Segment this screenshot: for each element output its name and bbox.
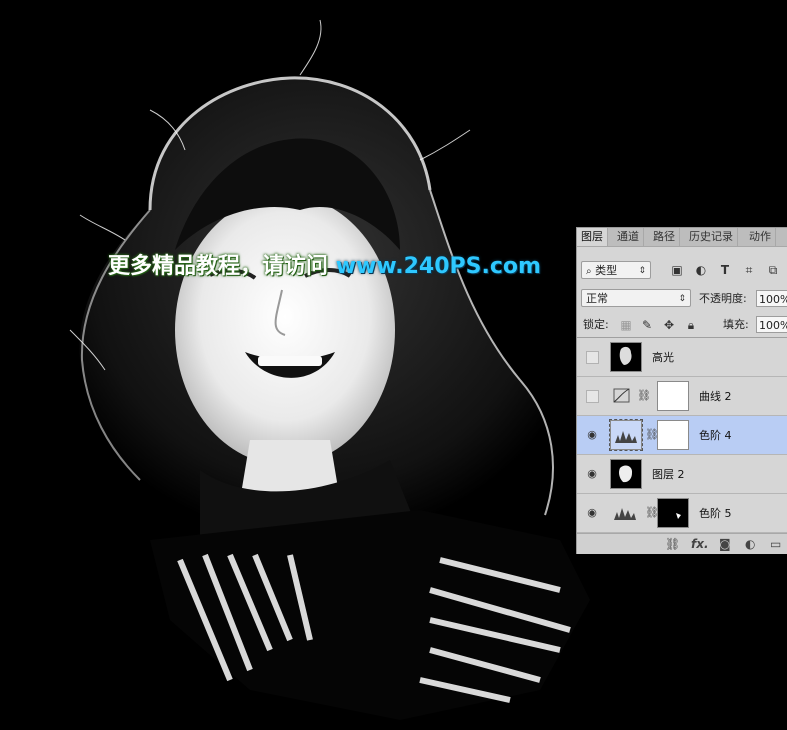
blend-mode-dropdown[interactable]: 正常 ⇕: [581, 289, 691, 307]
layer-row-highlight[interactable]: 高光: [577, 338, 787, 377]
watermark-url: www.240PS.com: [335, 254, 541, 279]
layer-row-curves-2[interactable]: ⛓ 曲线 2: [577, 377, 787, 416]
image-filter-icon[interactable]: ▣: [670, 263, 684, 277]
opacity-label: 不透明度:: [699, 292, 747, 305]
tab-channels[interactable]: 通道: [613, 228, 644, 246]
adjustment-filter-icon[interactable]: ◐: [694, 263, 708, 277]
adjustment-icon[interactable]: ◐: [745, 537, 755, 551]
visibility-toggle-off[interactable]: [586, 351, 599, 364]
levels-adjustment-icon: [609, 419, 643, 451]
watermark-cn: 更多精品教程，请访问: [108, 254, 329, 279]
layers-panel: 图层 通道 路径 历史记录 动作 ⌕ 类型 ⇕ ▣ ◐ T ⌗ ⧉ 正常 ⇕ 不…: [576, 227, 787, 554]
eye-icon[interactable]: ◉: [585, 428, 599, 442]
panel-tabs: 图层 通道 路径 历史记录 动作: [577, 228, 787, 247]
mask-icon[interactable]: ◙: [719, 537, 731, 551]
type-filter-icon[interactable]: T: [718, 263, 732, 277]
opacity-field[interactable]: 100%: [756, 290, 787, 307]
search-icon: ⌕: [586, 266, 592, 277]
tab-paths[interactable]: 路径: [649, 228, 680, 246]
layer-name: 图层 2: [652, 468, 685, 481]
tab-history[interactable]: 历史记录: [685, 228, 738, 246]
fill-field[interactable]: 100%: [756, 316, 787, 333]
visibility-toggle-off[interactable]: [586, 390, 599, 403]
filter-kind-dropdown[interactable]: ⌕ 类型 ⇕: [581, 261, 651, 279]
lock-pixels-brush-icon[interactable]: ✎: [640, 318, 654, 332]
lock-transparent-icon[interactable]: ▦: [619, 318, 633, 332]
portrait-thumbnail-icon: [619, 346, 632, 365]
chevron-updown-icon: ⇕: [678, 294, 686, 304]
tab-layers[interactable]: 图层: [577, 228, 608, 246]
filter-row: ⌕ 类型 ⇕ ▣ ◐ T ⌗ ⧉: [577, 260, 787, 282]
layer-row-levels-5[interactable]: ◉ ⛓ 色阶 5: [577, 494, 787, 533]
layer-name: 曲线 2: [699, 390, 732, 403]
filter-kind-value: 类型: [595, 264, 618, 277]
lock-label: 锁定:: [583, 318, 609, 331]
face: [175, 195, 395, 465]
smart-object-filter-icon[interactable]: ⧉: [766, 263, 780, 277]
layer-thumbnail: [610, 342, 642, 372]
watermark-text: 更多精品教程，请访问 www.240PS.com: [108, 248, 541, 280]
link-icon[interactable]: ⛓: [665, 537, 680, 551]
shape-filter-icon[interactable]: ⌗: [742, 263, 756, 277]
layer-mask-thumbnail[interactable]: [657, 381, 689, 411]
panel-bottom-toolbar: ⛓ fx. ◙ ◐ ▭: [577, 533, 787, 554]
layer-name: 色阶 5: [699, 507, 732, 520]
fill-label: 填充:: [723, 318, 749, 331]
layer-name: 色阶 4: [699, 429, 732, 442]
portrait-thumbnail-icon: [619, 465, 633, 483]
levels-adjustment-icon: [610, 498, 640, 526]
layer-thumbnail: [610, 459, 642, 489]
layer-row-layer-2[interactable]: ◉ 图层 2: [577, 455, 787, 494]
folder-icon[interactable]: ▭: [770, 537, 781, 551]
tab-actions[interactable]: 动作: [745, 228, 776, 246]
lock-all-padlock-icon[interactable]: 🔒︎: [684, 318, 698, 332]
link-chain-icon[interactable]: ⛓: [637, 389, 651, 402]
blend-mode-value: 正常: [586, 292, 608, 305]
chevron-updown-icon: ⇕: [638, 266, 646, 276]
eye-icon[interactable]: ◉: [585, 506, 599, 520]
layer-mask-thumbnail[interactable]: [657, 498, 689, 528]
blend-row: 正常 ⇕ 不透明度: 100%: [577, 288, 787, 310]
layer-mask-thumbnail[interactable]: [657, 420, 689, 450]
curves-adjustment-icon: [610, 381, 634, 409]
layers-list: 高光 ⛓ 曲线 2 ◉ ⛓ 色阶 4 ◉ 图层 2 ◉ ⛓ 色阶 5: [577, 337, 787, 534]
lock-row: 锁定: ▦ ✎ ✥ 🔒︎ 填充: 100%: [577, 315, 787, 335]
fx-icon[interactable]: fx.: [691, 537, 709, 551]
lock-position-move-icon[interactable]: ✥: [662, 318, 676, 332]
eye-icon[interactable]: ◉: [585, 467, 599, 481]
layer-name: 高光: [652, 351, 674, 364]
layer-row-levels-4[interactable]: ◉ ⛓ 色阶 4: [577, 416, 787, 455]
